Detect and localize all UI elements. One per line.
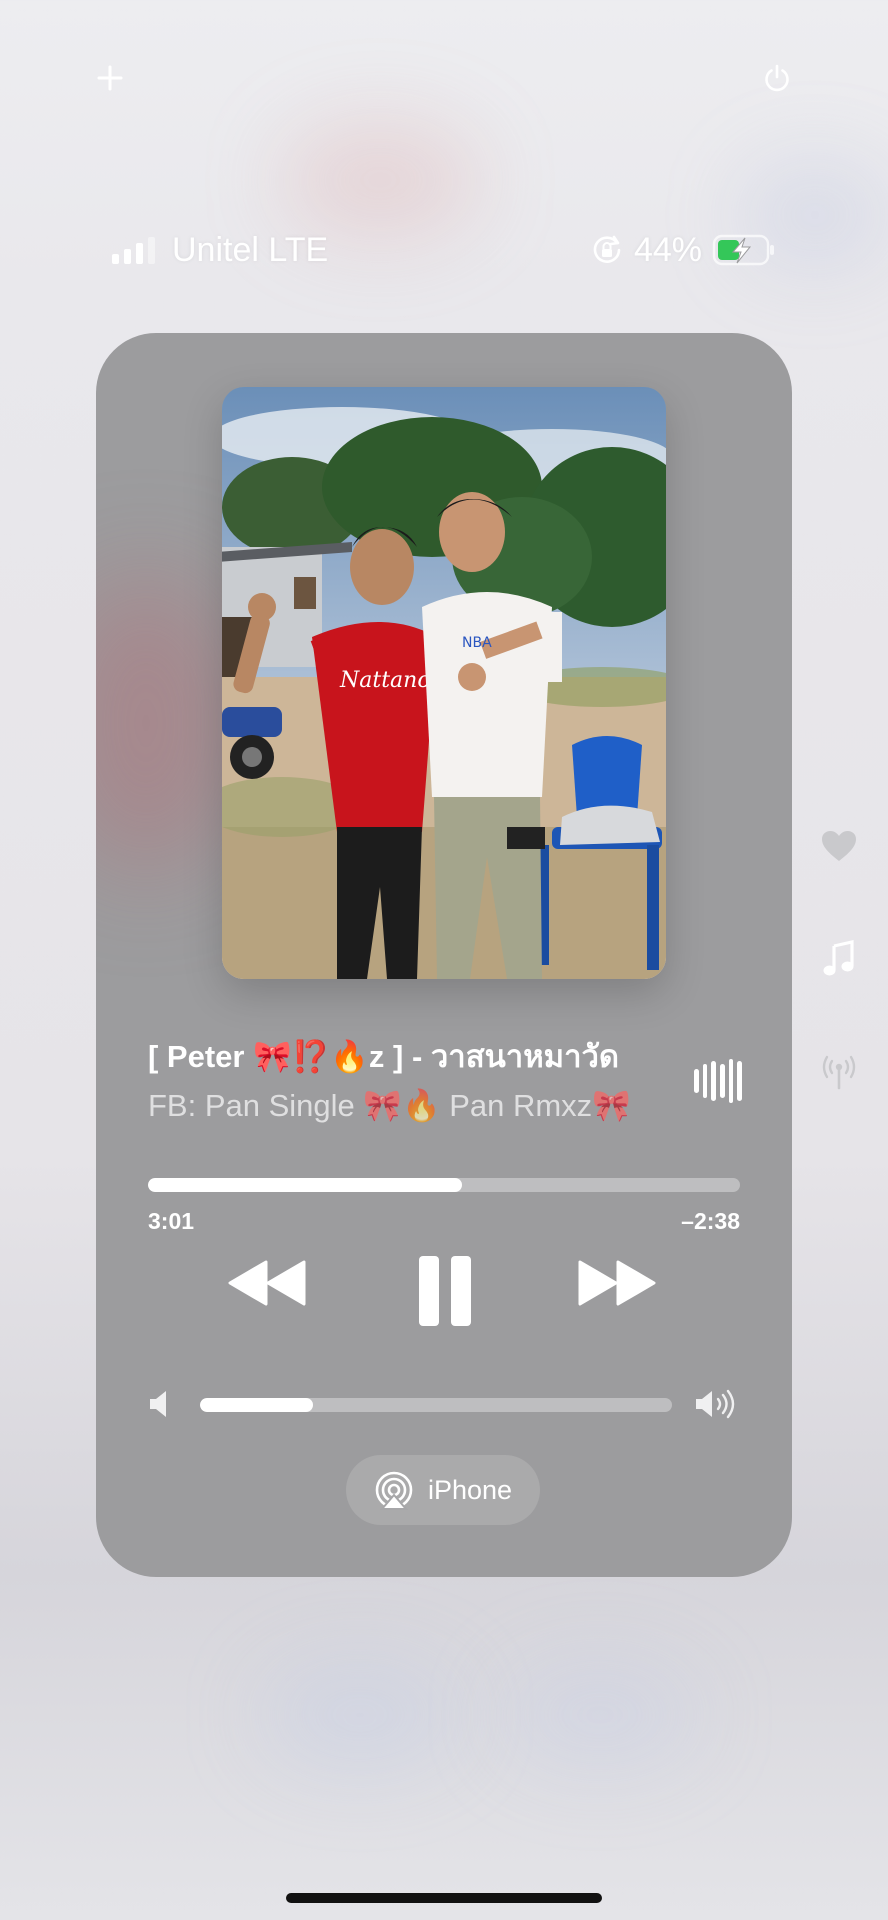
airplay-output-button[interactable]: iPhone <box>346 1455 540 1525</box>
orientation-lock-icon <box>593 235 621 263</box>
track-artist[interactable]: FB: Pan Single 🎀🔥 Pan Rmxz🎀 <box>148 1087 688 1124</box>
background-glow <box>280 120 480 240</box>
plus-icon <box>97 65 123 91</box>
rewind-button[interactable] <box>228 1253 308 1313</box>
broadcast-icon <box>822 1055 856 1090</box>
carrier-status: Unitel LTE <box>110 228 328 272</box>
remaining-time: –2:38 <box>681 1208 740 1234</box>
playback-progress-fill <box>148 1178 462 1192</box>
battery-status: 44% <box>590 228 776 272</box>
power-button[interactable] <box>755 56 799 100</box>
fast-forward-button[interactable] <box>576 1253 656 1313</box>
elapsed-time: 3:01 <box>148 1208 195 1234</box>
audio-waveform-icon <box>694 1057 743 1105</box>
home-indicator[interactable] <box>286 1893 602 1903</box>
pause-button[interactable] <box>410 1251 480 1331</box>
heart-icon <box>822 831 856 861</box>
album-artwork-image: Nattanou NBA <box>222 387 666 979</box>
background-glow <box>500 1660 700 1770</box>
now-playing-card: Nattanou NBA [ Peter 🎀⁉️🔥z ] - วาสนาหมาว… <box>96 333 792 1577</box>
player-glow <box>96 573 236 873</box>
volume-min-icon <box>148 1389 170 1424</box>
background-glow <box>260 1660 460 1770</box>
signal-icon <box>112 237 155 264</box>
track-title: [ Peter 🎀⁉️🔥z ] - วาสนาหมาวัด <box>148 1039 620 1074</box>
battery-percent: 44% <box>633 230 702 269</box>
rewind-icon <box>228 1260 306 1306</box>
side-music-button[interactable] <box>818 938 860 980</box>
side-broadcast-button[interactable] <box>818 1051 860 1093</box>
carrier-label: Unitel LTE <box>172 230 329 269</box>
battery-charging-icon <box>712 234 774 266</box>
pause-icon <box>419 1256 471 1326</box>
volume-max-icon <box>694 1389 738 1424</box>
volume-fill <box>200 1398 314 1412</box>
volume-slider[interactable] <box>200 1398 672 1412</box>
side-favorites-button[interactable] <box>818 825 860 867</box>
svg-text:NBA: NBA <box>462 635 492 651</box>
music-note-icon <box>823 940 854 976</box>
add-button[interactable] <box>88 56 132 100</box>
playback-scrubber[interactable] <box>148 1178 740 1192</box>
output-device-label: iPhone <box>427 1474 513 1505</box>
fast-forward-icon <box>578 1260 656 1306</box>
power-icon <box>765 64 789 92</box>
album-artwork[interactable]: Nattanou NBA <box>222 387 666 979</box>
airplay-icon <box>375 1471 413 1510</box>
